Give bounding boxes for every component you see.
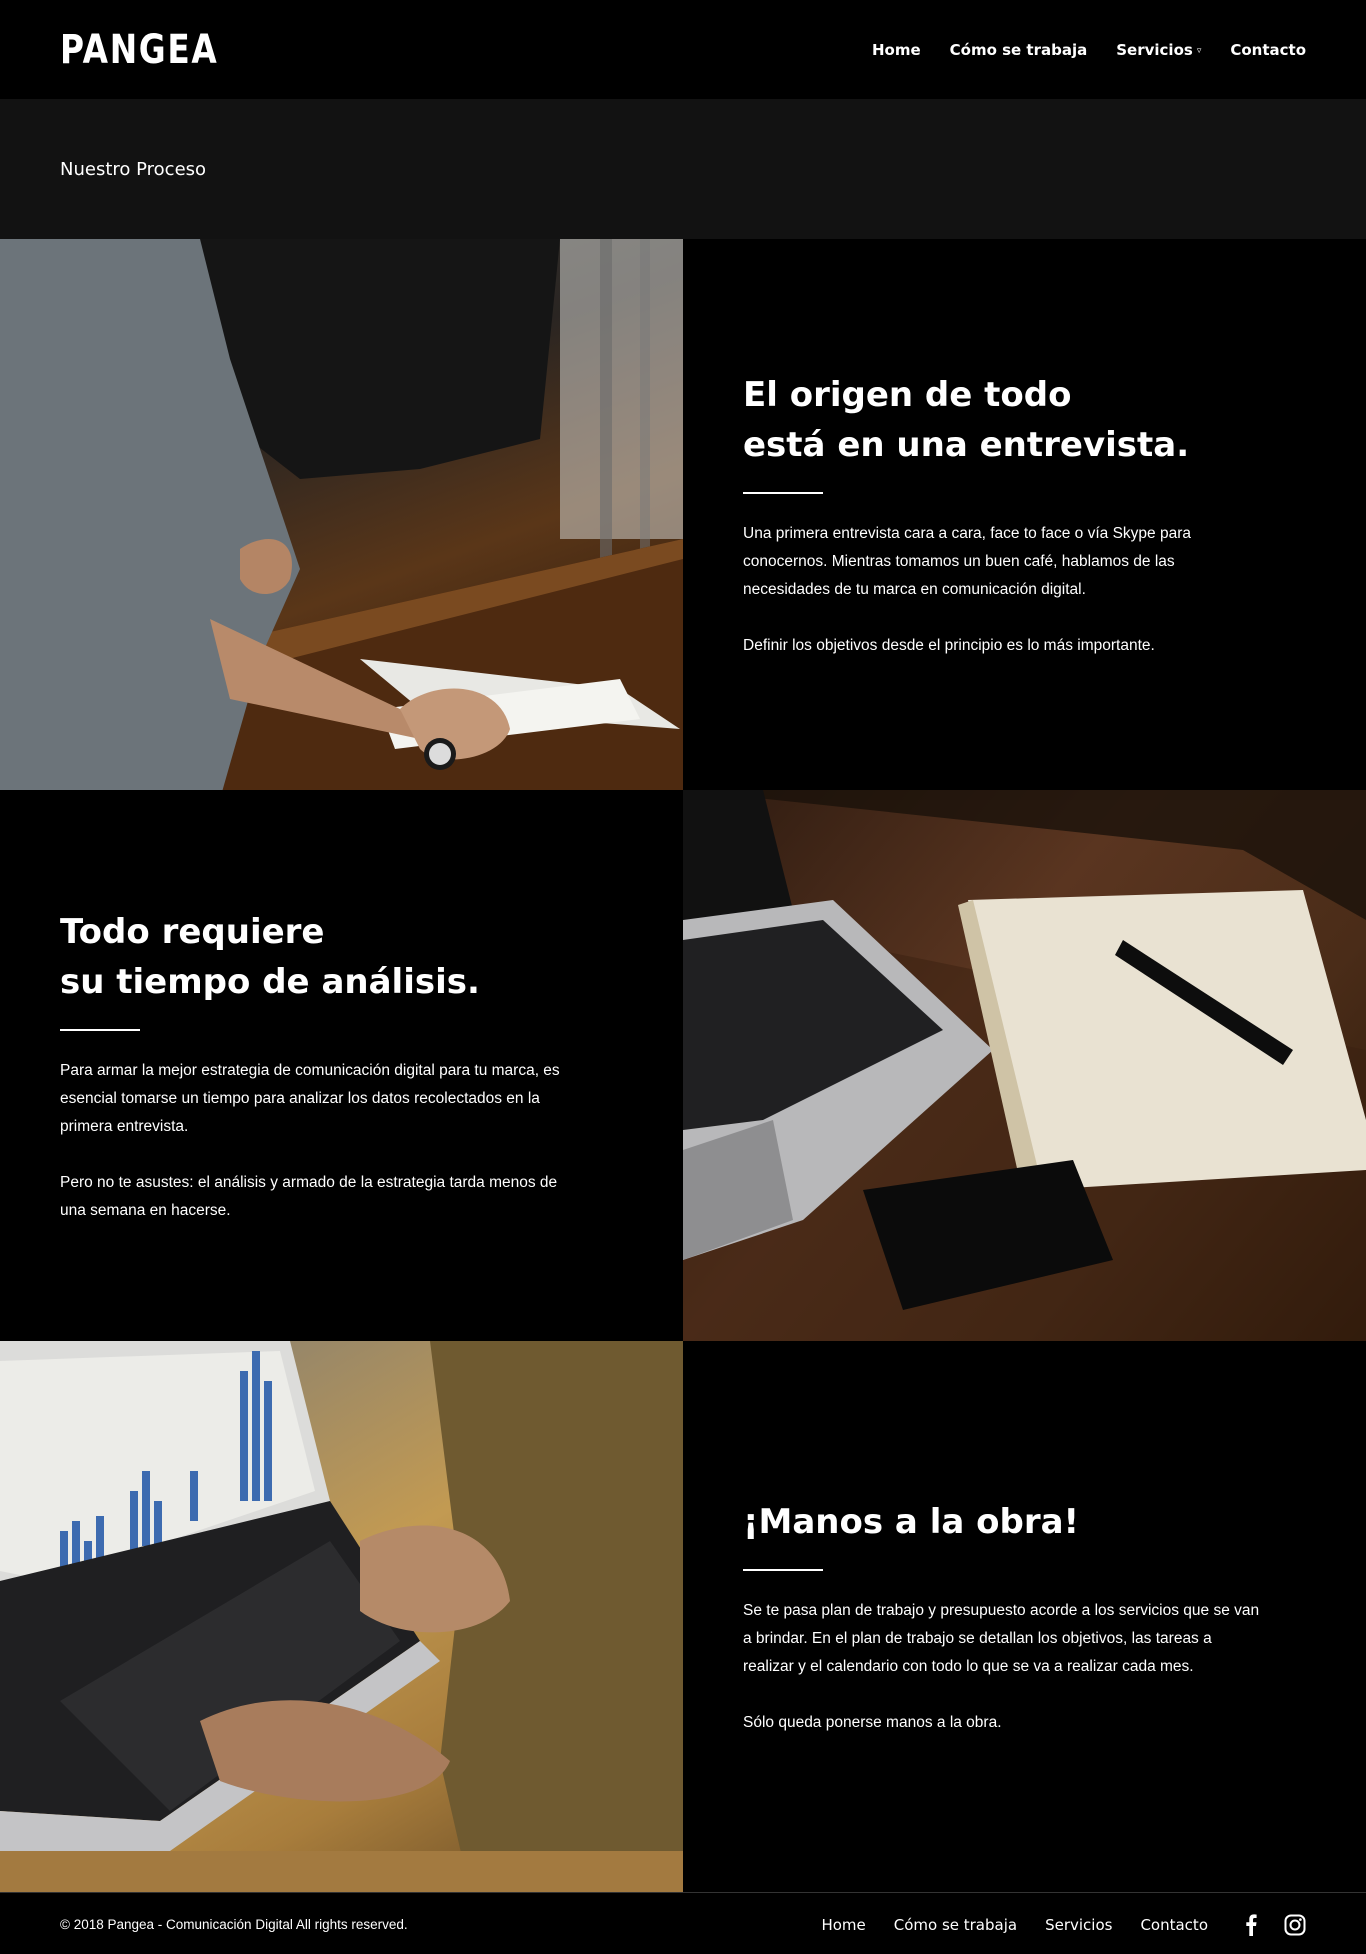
laptop-typing-illustration [0, 1341, 683, 1892]
site-logo[interactable]: PANGEA [60, 27, 218, 73]
chevron-down-icon: ▿ [1196, 45, 1202, 56]
facebook-icon[interactable] [1240, 1913, 1262, 1936]
title-divider [743, 491, 823, 494]
process-step-work: ¡Manos a la obra! Se te pasa plan de tra… [0, 1341, 1366, 1892]
instagram-icon[interactable] [1284, 1914, 1306, 1936]
footer-nav: Home Cómo se trabaja Servicios Contacto [821, 1913, 1306, 1936]
nav-como-se-trabaja[interactable]: Cómo se trabaja [950, 41, 1088, 59]
process-step-interview: El origen de todo está en una entrevista… [0, 239, 1366, 790]
site-footer: © 2018 Pangea - Comunicación Digital All… [0, 1892, 1366, 1954]
section-title: Todo requiere su tiempo de análisis. [60, 907, 623, 1007]
section-title-line2: su tiempo de análisis. [60, 961, 480, 1002]
copyright-text: © 2018 Pangea - Comunicación Digital All… [60, 1917, 408, 1932]
title-divider [743, 1568, 823, 1571]
page-title-bar: Nuestro Proceso [0, 99, 1366, 239]
section-title-line1: El origen de todo [743, 374, 1072, 415]
laptop-notebook-illustration [683, 790, 1366, 1341]
title-divider [60, 1028, 140, 1031]
footer-nav-servicios[interactable]: Servicios [1045, 1916, 1112, 1934]
site-header: PANGEA Home Cómo se trabaja Servicios ▿ … [0, 0, 1366, 99]
section-paragraph: Una primera entrevista cara a cara, face… [743, 524, 1192, 598]
footer-nav-contacto[interactable]: Contacto [1140, 1916, 1208, 1934]
main-nav: Home Cómo se trabaja Servicios ▿ Contact… [872, 41, 1306, 59]
page-title: Nuestro Proceso [60, 158, 207, 180]
footer-nav-como-se-trabaja[interactable]: Cómo se trabaja [894, 1916, 1017, 1934]
social-links [1240, 1913, 1306, 1936]
section-title-line2: está en una entrevista. [743, 424, 1190, 465]
interview-text: El origen de todo está en una entrevista… [683, 239, 1366, 790]
nav-servicios[interactable]: Servicios ▿ [1116, 41, 1201, 59]
nav-servicios-label: Servicios [1116, 40, 1193, 59]
section-title: ¡Manos a la obra! [743, 1501, 1080, 1542]
section-paragraph: Para armar la mejor estrategia de comuni… [60, 1061, 560, 1135]
section-paragraph: Sólo queda ponerse manos a la obra. [743, 1713, 1002, 1731]
section-title: El origen de todo está en una entrevista… [743, 370, 1306, 470]
work-text: ¡Manos a la obra! Se te pasa plan de tra… [683, 1341, 1366, 1892]
section-title-line1: Todo requiere [60, 911, 325, 952]
analysis-image [683, 790, 1366, 1341]
interview-illustration [0, 239, 683, 790]
section-paragraph: Definir los objetivos desde el principio… [743, 636, 1155, 654]
interview-image [0, 239, 683, 790]
section-paragraph: Se te pasa plan de trabajo y presupuesto… [743, 1601, 1260, 1675]
section-paragraph: Pero no te asustes: el análisis y armado… [60, 1173, 558, 1219]
nav-home[interactable]: Home [872, 41, 921, 59]
analysis-text: Todo requiere su tiempo de análisis. Par… [0, 790, 683, 1341]
work-image [0, 1341, 683, 1892]
process-step-analysis: Todo requiere su tiempo de análisis. Par… [0, 790, 1366, 1341]
nav-contacto[interactable]: Contacto [1230, 41, 1306, 59]
footer-nav-home[interactable]: Home [821, 1916, 865, 1934]
